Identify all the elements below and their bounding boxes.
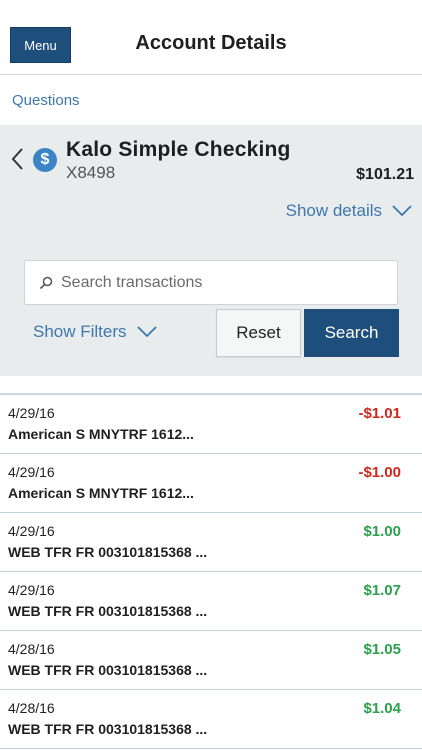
transaction-row[interactable]: 4/29/16 American S MNYTRF 1612... -$1.01 <box>0 395 422 454</box>
show-details-label: Show details <box>285 201 382 220</box>
transaction-amount: $1.04 <box>363 700 401 717</box>
transaction-description: American S MNYTRF 1612... <box>8 426 194 442</box>
search-box[interactable] <box>24 260 398 305</box>
transaction-amount: $1.05 <box>363 641 401 658</box>
transaction-row[interactable]: 4/29/16 American S MNYTRF 1612... -$1.00 <box>0 454 422 513</box>
account-balance: $101.21 <box>356 166 414 183</box>
search-icon <box>39 276 53 289</box>
show-filters-label: Show Filters <box>33 322 127 341</box>
transaction-row[interactable]: 4/29/16 WEB TFR FR 003101815368 ... $1.07 <box>0 572 422 631</box>
transaction-description: American S MNYTRF 1612... <box>8 485 194 501</box>
transaction-description: WEB TFR FR 003101815368 ... <box>8 603 208 619</box>
transaction-description: WEB TFR FR 003101815368 ... <box>8 662 208 678</box>
transaction-list: 4/29/16 American S MNYTRF 1612... -$1.01 4/… <box>0 393 422 749</box>
transaction-date: 4/29/16 <box>8 582 55 598</box>
questions-link[interactable]: Questions <box>12 92 80 109</box>
dollar-icon: $ <box>33 148 57 172</box>
transaction-row[interactable]: 4/28/16 WEB TFR FR 003101815368 ... $1.05 <box>0 631 422 690</box>
transaction-description: WEB TFR FR 003101815368 ... <box>8 721 208 737</box>
chevron-down-icon <box>392 205 412 217</box>
transaction-row[interactable]: 4/29/16 WEB TFR FR 003101815368 ... $1.00 <box>0 513 422 572</box>
page-title: Account Details <box>135 32 287 54</box>
account-number: X8498 <box>66 163 116 182</box>
search-button[interactable]: Search <box>304 309 399 357</box>
reset-button[interactable]: Reset <box>216 309 301 357</box>
transaction-amount: -$1.01 <box>358 405 401 422</box>
back-chevron-icon[interactable] <box>10 147 24 171</box>
transaction-row[interactable]: 4/28/16 WEB TFR FR 003101815368 ... $1.04 <box>0 690 422 749</box>
transaction-description: WEB TFR FR 003101815368 ... <box>8 544 208 560</box>
transaction-date: 4/28/16 <box>8 700 55 716</box>
account-panel: $ Kalo Simple Checking X8498 $101.21 Sho… <box>0 125 422 376</box>
transaction-date: 4/29/16 <box>8 405 55 421</box>
transaction-date: 4/29/16 <box>8 523 55 539</box>
transaction-amount: $1.00 <box>363 523 401 540</box>
show-details-toggle[interactable]: Show details <box>286 201 412 221</box>
transaction-date: 4/28/16 <box>8 641 55 657</box>
account-name: Kalo Simple Checking <box>66 138 291 161</box>
transaction-date: 4/29/16 <box>8 464 55 480</box>
search-input[interactable] <box>61 273 381 292</box>
chevron-down-icon <box>136 326 157 338</box>
show-filters-toggle[interactable]: Show Filters <box>33 322 157 342</box>
transaction-amount: -$1.00 <box>358 464 401 481</box>
transaction-amount: $1.07 <box>363 582 401 599</box>
app-header: Menu Account Details <box>0 0 422 75</box>
